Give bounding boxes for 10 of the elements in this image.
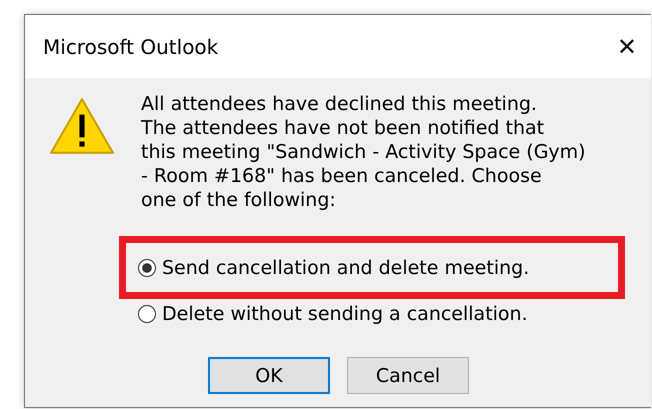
dialog-button[interactable]: Cancel xyxy=(347,357,469,394)
window-title: Microsoft Outlook xyxy=(43,34,218,58)
close-button[interactable]: ✕ xyxy=(610,32,643,60)
option-label[interactable]: Send cancellation and delete meeting. xyxy=(162,256,530,278)
message-text: All attendees have declined this meeting. The attendees have not been notified that this meeting "Sandwich - Activity Space (Gym) - Room #168" has been canceled. Choose one of the following: xyxy=(141,92,586,212)
warning-icon xyxy=(49,96,115,156)
dialog-button[interactable]: OK xyxy=(208,357,330,394)
option-label[interactable]: Delete without sending a cancellation. xyxy=(162,303,528,325)
radio-button[interactable] xyxy=(138,305,156,323)
radio-button[interactable] xyxy=(138,258,156,276)
